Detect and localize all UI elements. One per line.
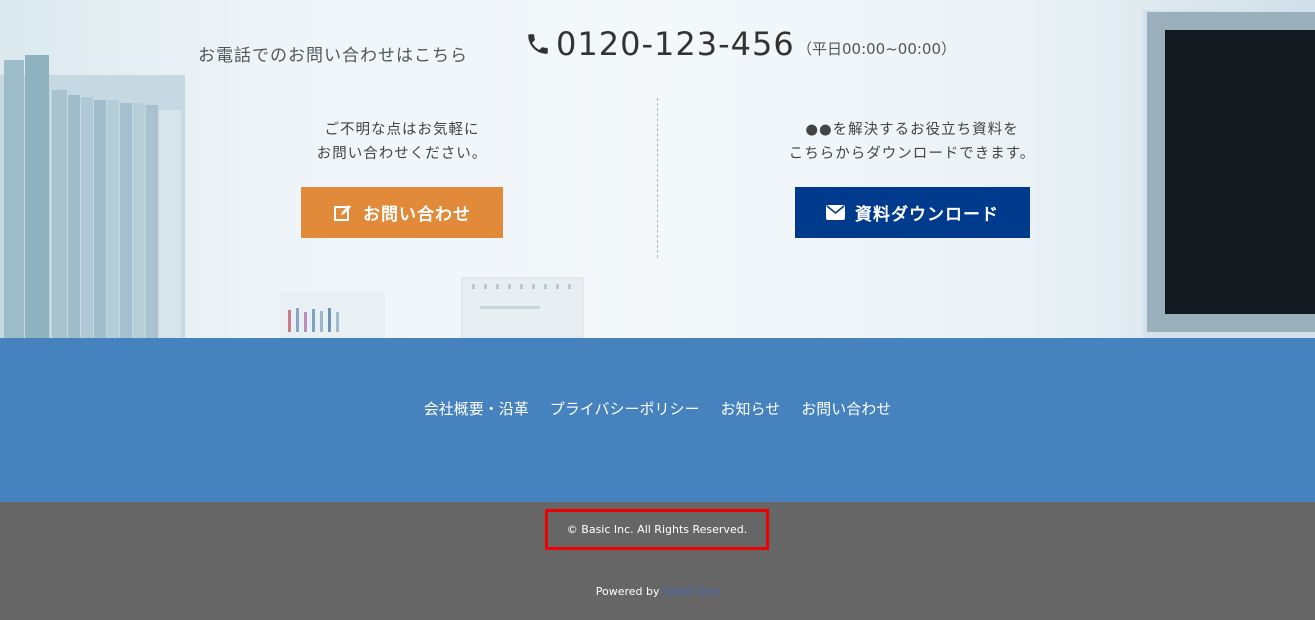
- column-divider: [657, 98, 658, 258]
- footer-nav: 会社概要・沿革 プライバシーポリシー お知らせ お問い合わせ: [0, 338, 1315, 502]
- powered-by-label: Powered by: [595, 585, 660, 598]
- copyright-highlight: © Basic Inc. All Rights Reserved.: [545, 509, 769, 550]
- download-description-line2: こちらからダウンロードできます。: [788, 146, 1036, 162]
- contact-cta-section: お電話でのお問い合わせはこちら 0120-123-456 （平日00:00~00…: [0, 0, 1315, 338]
- contact-description-line1: ご不明な点はお気軽に: [324, 122, 480, 138]
- footer-bottom: © Basic Inc. All Rights Reserved. Powere…: [0, 502, 1315, 620]
- bookshelf-image: [0, 55, 185, 338]
- contact-description-line2: お問い合わせください。: [316, 146, 488, 162]
- phone-caption: お電話でのお問い合わせはこちら: [198, 46, 468, 66]
- download-description: ●●を解決するお役立ち資料を こちらからダウンロードできます。: [752, 118, 1072, 166]
- copyright-text: © Basic Inc. All Rights Reserved.: [566, 523, 748, 536]
- pen-holder-image: [280, 292, 385, 338]
- phone-contact-row: お電話でのお問い合わせはこちら 0120-123-456 （平日00:00~00…: [0, 22, 1315, 70]
- download-button[interactable]: 資料ダウンロード: [795, 187, 1030, 238]
- edit-icon: [334, 204, 351, 221]
- contact-description: ご不明な点はお気軽に お問い合わせください。: [242, 118, 562, 166]
- download-description-line1: ●●を解決するお役立ち資料を: [805, 122, 1019, 138]
- contact-button-label: お問い合わせ: [363, 205, 471, 225]
- footer-link-contact[interactable]: お問い合わせ: [801, 398, 891, 419]
- download-button-label: 資料ダウンロード: [855, 205, 999, 225]
- calendar-image: [461, 277, 584, 338]
- phone-icon: [528, 34, 548, 54]
- footer-link-company[interactable]: 会社概要・沿革: [424, 398, 529, 419]
- footer-link-privacy[interactable]: プライバシーポリシー: [550, 398, 700, 419]
- footer-link-news[interactable]: お知らせ: [721, 398, 781, 419]
- footer-nav-links: 会社概要・沿革 プライバシーポリシー お知らせ お問い合わせ: [0, 398, 1315, 419]
- phone-hours: （平日00:00~00:00）: [797, 40, 957, 58]
- ferret-one-link[interactable]: ferret One: [663, 585, 719, 598]
- phone-number[interactable]: 0120-123-456: [556, 25, 795, 63]
- contact-button[interactable]: お問い合わせ: [301, 187, 503, 238]
- powered-by: Powered by ferret One: [0, 585, 1315, 598]
- envelope-icon: [826, 205, 845, 220]
